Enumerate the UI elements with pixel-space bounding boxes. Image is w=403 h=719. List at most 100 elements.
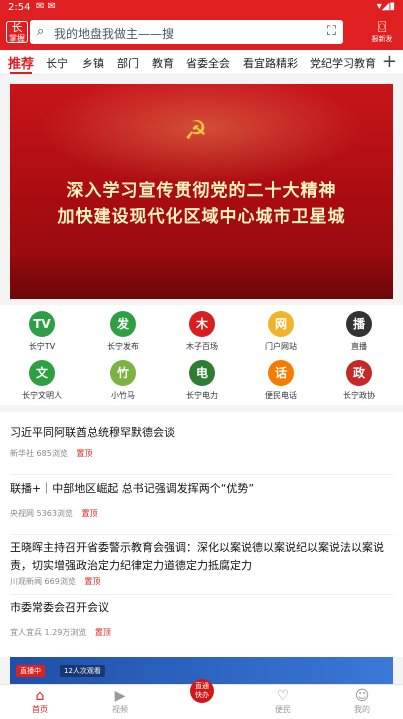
- tab-township[interactable]: 乡镇: [82, 55, 104, 71]
- grid-item-cppcc[interactable]: 政 长宁政协: [329, 360, 389, 401]
- banner-bottom-shade: [10, 254, 393, 299]
- tab-yilu-highlights[interactable]: 看宜路精彩: [243, 55, 298, 71]
- banner-headline-2: 加快建设现代化区域中心城市卫星城: [57, 207, 346, 227]
- active-tab-indicator: [10, 72, 32, 74]
- pinned-badge: 置顶: [81, 509, 98, 518]
- app-logo[interactable]: 长 掌握: [6, 21, 28, 43]
- grid-item-power[interactable]: 电 长宁电力: [172, 360, 232, 401]
- hero-banner[interactable]: ☭ 深入学习宣传贯彻党的二十大精神 加快建设现代化区域中心城市卫星城: [10, 84, 393, 299]
- news-meta: 川观新闻 669浏览 置顶: [10, 576, 393, 587]
- news-item[interactable]: 王晓晖主持召开省委警示教育会强调：深化以案说德以案说纪以案说法以案说责，切实增强…: [10, 539, 393, 587]
- grid-item-label: 直播: [351, 342, 367, 351]
- pinned-badge: 置顶: [94, 628, 111, 637]
- grid-item-label: 便民电话: [265, 391, 297, 400]
- changning-tv-icon: TV: [29, 311, 55, 337]
- tab-education[interactable]: 教育: [152, 55, 174, 71]
- bamboo-horse-icon: 竹: [110, 360, 136, 386]
- nav-label: 我的: [354, 705, 370, 714]
- camera-icon: ⌼: [377, 18, 387, 36]
- search-bar[interactable]: ⌕ 我的地盘我做主——搜 ⛶: [30, 20, 343, 44]
- grid-item-hotline[interactable]: 话 便民电话: [251, 360, 311, 401]
- heart-icon: ♡: [276, 688, 290, 704]
- scan-icon[interactable]: ⛶: [327, 24, 336, 39]
- add-channel-icon[interactable]: +: [382, 51, 397, 72]
- logo-mark: 长: [11, 21, 23, 34]
- news-source: 宜人宜兵: [10, 628, 42, 637]
- divider: [10, 474, 393, 475]
- nav-label: 视频: [112, 705, 128, 714]
- muzi-icon: 木: [189, 311, 215, 337]
- grid-item-label: 长宁TV: [28, 342, 56, 351]
- grid-item-label: 门户网站: [265, 342, 297, 351]
- news-title: 市委常委会召开会议: [10, 601, 109, 614]
- news-views: 669浏览: [44, 577, 76, 586]
- camera-button[interactable]: ⌼ 报新发: [367, 19, 397, 44]
- center-logo: 直通 快办: [195, 682, 209, 699]
- grid-item-civilized-person[interactable]: 文 长宁文明人: [12, 360, 72, 401]
- tab-provincial-session[interactable]: 省委全会: [186, 55, 230, 71]
- status-time: 2:54: [8, 2, 31, 13]
- service-grid: TV 长宁TV 发 长宁发布 木 木子百场 网 门户网站 播 直播 文 长宁文明…: [0, 305, 403, 405]
- grid-item-label: 长宁文明人: [22, 391, 62, 400]
- news-source: 央视网: [10, 509, 34, 518]
- divider: [10, 594, 393, 595]
- news-feed: 习近平同阿联酋总统穆罕默德会谈 新华社 685浏览 置顶 联播+｜中部地区崛起 …: [0, 412, 403, 657]
- video-icon: ▶: [114, 688, 126, 704]
- news-meta: 央视网 5363浏览 置顶: [10, 508, 393, 519]
- changning-release-icon: 发: [110, 311, 136, 337]
- status-bar: 2:54 ✉ ✉ ▾◢▮: [0, 0, 403, 16]
- party-emblem-icon: ☭: [184, 116, 208, 146]
- home-icon: ⌂: [35, 688, 45, 704]
- nav-service[interactable]: ♡ 便民: [253, 688, 313, 715]
- tab-recommend[interactable]: 推荐: [8, 53, 34, 72]
- grid-item-portal[interactable]: 网 门户网站: [251, 311, 311, 352]
- news-title: 王晓晖主持召开省委警示教育会强调：深化以案说德以案说纪以案说法以案说责，切实增强…: [10, 541, 384, 572]
- power-icon: 电: [189, 360, 215, 386]
- nav-mine[interactable]: ☺ 我的: [332, 688, 392, 715]
- status-notification-icons: ✉ ✉: [36, 1, 56, 12]
- live-camera-icon: 播: [346, 311, 372, 337]
- news-item[interactable]: 市委常委会召开会议 宜人宜兵 1.29万浏览 置顶: [10, 599, 393, 638]
- news-views: 1.29万浏览: [44, 628, 87, 637]
- live-badge: 直播中: [16, 665, 45, 677]
- camera-label: 报新发: [371, 35, 393, 43]
- news-meta: 宜人宜兵 1.29万浏览 置顶: [10, 627, 393, 638]
- news-views: 685浏览: [36, 449, 68, 458]
- pinned-badge: 置顶: [84, 577, 101, 586]
- grid-item-muzi[interactable]: 木 木子百场: [172, 311, 232, 352]
- divider: [10, 534, 393, 535]
- portal-icon: 网: [268, 311, 294, 337]
- nav-label: 便民: [275, 705, 291, 714]
- grid-item-changning-tv[interactable]: TV 长宁TV: [12, 311, 72, 352]
- tab-party-discipline[interactable]: 党纪学习教育: [310, 55, 376, 71]
- nav-video[interactable]: ▶ 视频: [90, 688, 150, 715]
- live-viewer-count: 12人次观看: [60, 665, 105, 677]
- cppcc-icon: 政: [346, 360, 372, 386]
- bottom-nav: ⌂ 首页 ▶ 视频 直通 快办 ♡ 便民 ☺ 我的: [0, 679, 403, 719]
- grid-item-live[interactable]: 播 直播: [329, 311, 389, 352]
- top-bar: 长 掌握 ⌕ 我的地盘我做主——搜 ⛶ ⌼ 报新发: [0, 16, 403, 50]
- tab-department[interactable]: 部门: [117, 55, 139, 71]
- banner-headline-1: 深入学习宣传贯彻党的二十大精神: [66, 181, 337, 201]
- news-views: 5363浏览: [36, 509, 73, 518]
- grid-item-changning-release[interactable]: 发 长宁发布: [93, 311, 153, 352]
- search-placeholder: 我的地盘我做主——搜: [54, 27, 175, 41]
- status-system-icons: ▾◢▮: [376, 1, 395, 12]
- search-icon: ⌕: [37, 24, 45, 39]
- news-source: 新华社: [10, 449, 34, 458]
- nav-home[interactable]: ⌂ 首页: [10, 688, 70, 715]
- logo-label: 掌握: [9, 34, 25, 43]
- news-title: 联播+｜中部地区崛起 总书记强调发挥两个“优势”: [10, 482, 255, 495]
- grid-item-bamboo-horse[interactable]: 竹 小竹马: [93, 360, 153, 401]
- news-meta: 新华社 685浏览 置顶: [10, 448, 393, 459]
- news-title: 习近平同阿联酋总统穆罕默德会谈: [10, 426, 175, 439]
- tab-changning[interactable]: 长宁: [46, 55, 68, 71]
- center-quick-button[interactable]: 直通 快办: [190, 679, 214, 703]
- news-source: 川观新闻: [10, 577, 42, 586]
- news-item[interactable]: 联播+｜中部地区崛起 总书记强调发挥两个“优势” 央视网 5363浏览 置顶: [10, 480, 393, 519]
- phone-icon: 话: [268, 360, 294, 386]
- grid-item-label: 木子百场: [186, 342, 218, 351]
- channel-tabs: 推荐 长宁 乡镇 部门 教育 省委全会 看宜路精彩 党纪学习教育 +: [0, 50, 403, 75]
- grid-item-label: 长宁政协: [343, 391, 375, 400]
- news-item[interactable]: 习近平同阿联酋总统穆罕默德会谈 新华社 685浏览 置顶: [10, 424, 393, 459]
